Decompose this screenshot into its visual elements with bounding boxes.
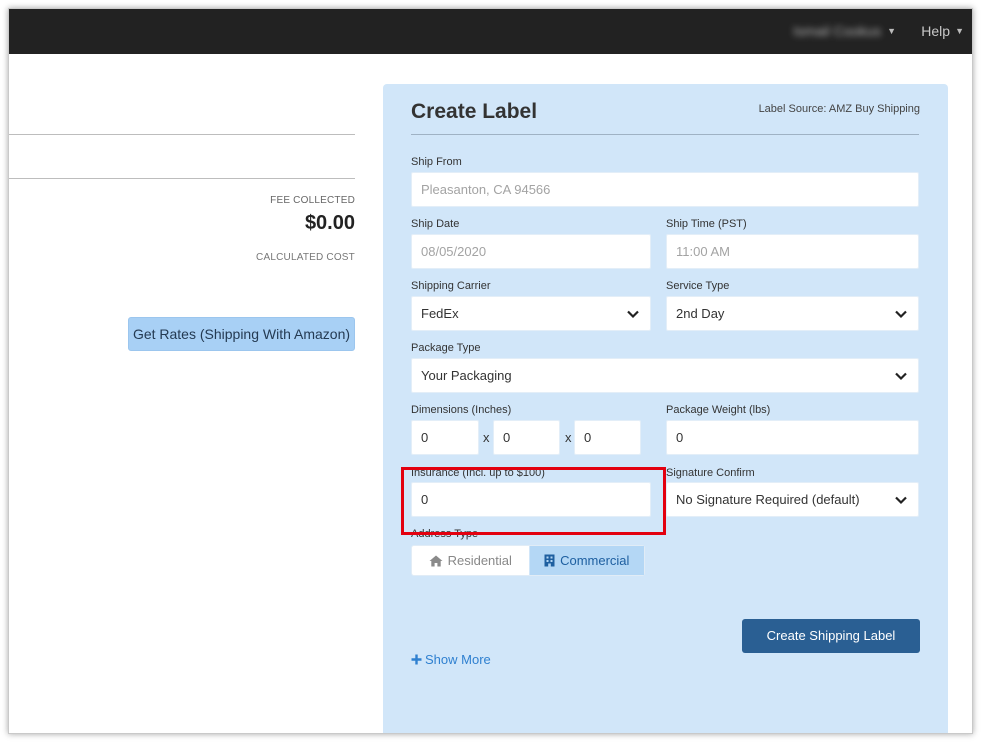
- dimension-length-input[interactable]: 0: [411, 420, 479, 455]
- chevron-down-icon: [895, 310, 907, 319]
- package-weight-input[interactable]: 0: [666, 420, 919, 455]
- panel-title: Create Label: [411, 100, 538, 123]
- chevron-down-icon: [895, 496, 907, 505]
- user-name: Ismail Cookus: [793, 23, 882, 39]
- divider: [9, 178, 355, 179]
- address-type-toggle: Residential Commercial: [411, 545, 645, 576]
- dimension-separator: x: [483, 430, 490, 445]
- residential-label: Residential: [447, 553, 512, 568]
- calculated-cost-label: CALCULATED COST: [256, 252, 355, 263]
- fee-collected-label: FEE COLLECTED: [270, 195, 355, 206]
- divider: [411, 134, 919, 135]
- commercial-label: Commercial: [560, 553, 630, 568]
- service-type-label: Service Type: [666, 280, 730, 292]
- ship-from-label: Ship From: [411, 156, 462, 168]
- service-type-select[interactable]: 2nd Day: [666, 296, 919, 331]
- chevron-down-icon: [895, 372, 907, 381]
- signature-confirm-label: Signature Confirm: [666, 467, 755, 479]
- ship-time-label: Ship Time (PST): [666, 218, 747, 230]
- dimension-height-input[interactable]: 0: [574, 420, 641, 455]
- signature-confirm-select[interactable]: No Signature Required (default): [666, 482, 919, 517]
- dimension-separator: x: [565, 430, 572, 445]
- dimension-width-input[interactable]: 0: [493, 420, 560, 455]
- dimensions-label: Dimensions (Inches): [411, 404, 512, 416]
- caret-down-icon: ▼: [887, 26, 896, 36]
- ship-from-field[interactable]: Pleasanton, CA 94566: [411, 172, 919, 207]
- ship-date-field[interactable]: 08/05/2020: [411, 234, 651, 269]
- service-type-value: 2nd Day: [676, 306, 725, 321]
- package-weight-label: Package Weight (lbs): [666, 404, 771, 416]
- package-type-value: Your Packaging: [421, 368, 512, 383]
- shipping-carrier-select[interactable]: FedEx: [411, 296, 651, 331]
- home-icon: [429, 555, 443, 566]
- ship-time-field[interactable]: 11:00 AM: [666, 234, 919, 269]
- commercial-option[interactable]: Commercial: [528, 546, 644, 575]
- divider: [9, 134, 355, 135]
- signature-confirm-value: No Signature Required (default): [676, 492, 860, 507]
- shipping-carrier-label: Shipping Carrier: [411, 280, 491, 292]
- show-more-label: Show More: [425, 652, 491, 667]
- package-type-label: Package Type: [411, 342, 481, 354]
- create-shipping-label-button[interactable]: Create Shipping Label: [742, 619, 920, 653]
- create-label-panel: Create Label Label Source: AMZ Buy Shipp…: [383, 84, 948, 733]
- chevron-down-icon: [627, 310, 639, 319]
- building-icon: [544, 554, 555, 567]
- app-window: Ismail Cookus ▼ Help ▼ FEE COLLECTED $0.…: [8, 8, 973, 734]
- package-type-select[interactable]: Your Packaging: [411, 358, 919, 393]
- top-navbar: Ismail Cookus ▼ Help ▼: [9, 9, 972, 54]
- address-type-label: Address Type: [411, 528, 479, 540]
- user-menu[interactable]: Ismail Cookus ▼: [793, 23, 896, 39]
- fee-collected-value: $0.00: [304, 212, 355, 234]
- get-rates-button[interactable]: Get Rates (Shipping With Amazon): [128, 317, 355, 351]
- label-source: Label Source: AMZ Buy Shipping: [758, 103, 920, 115]
- plus-icon: [411, 654, 422, 665]
- shipping-carrier-value: FedEx: [421, 306, 459, 321]
- ship-date-label: Ship Date: [411, 218, 460, 230]
- help-label: Help: [921, 23, 951, 39]
- insurance-label: Insurance (Incl. up to $100): [411, 467, 545, 479]
- residential-option[interactable]: Residential: [412, 546, 529, 575]
- show-more-link[interactable]: Show More: [411, 652, 491, 667]
- help-menu[interactable]: Help ▼: [921, 23, 964, 39]
- insurance-input[interactable]: 0: [411, 482, 651, 517]
- caret-down-icon: ▼: [955, 26, 964, 36]
